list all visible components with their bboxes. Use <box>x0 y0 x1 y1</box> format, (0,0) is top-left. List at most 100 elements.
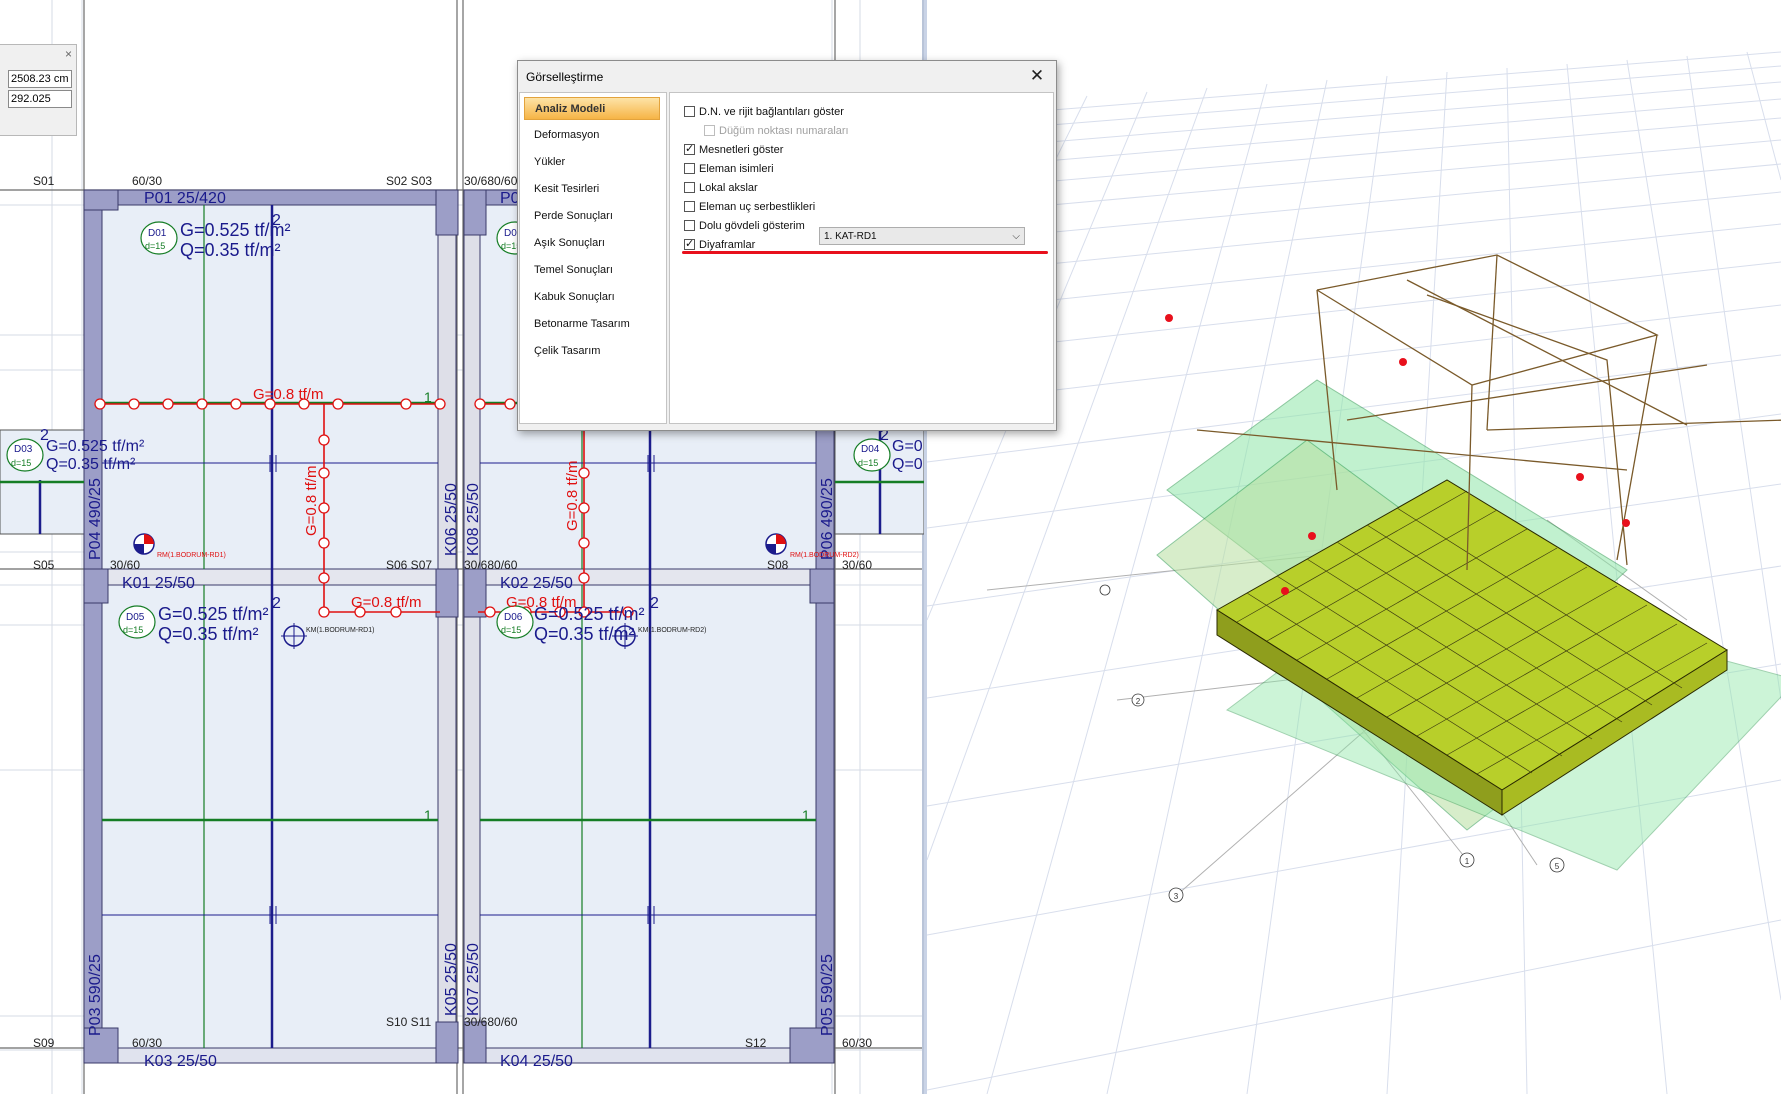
coordinate-x-field[interactable] <box>8 70 72 88</box>
direction-label: 2 <box>650 595 659 612</box>
slab-thickness: d=15 <box>123 625 143 635</box>
beam-label: K08 25/50 <box>465 483 482 556</box>
mass-center-label: KM(1.BODRUM-RD1) <box>306 627 374 634</box>
nav-item-temel-sonuclari[interactable]: Temel Sonuçları <box>524 259 660 282</box>
options-panel: D.N. ve rijit bağlantıları göster Düğüm … <box>669 92 1054 424</box>
diaphragm-select-value: 1. KAT-RD1 <box>824 231 877 242</box>
dialog-title: Görselleştirme <box>526 70 604 84</box>
slab-dead-load: G=0.525 tf/m² <box>46 438 145 455</box>
axis-label: 5 <box>1555 862 1560 871</box>
dialog-nav: Analiz Modeli Deformasyon Yükler Kesit T… <box>519 92 667 424</box>
line-load-label: G=0.8 tf/m <box>253 386 323 403</box>
rigid-marker-label: RM(1.BODRUM-RD2) <box>790 552 859 559</box>
beam-label: K05 25/50 <box>443 943 460 1016</box>
axis-label: 3 <box>1174 892 1179 901</box>
option-label: Mesnetleri göster <box>699 144 784 156</box>
line-load-label: G=0.8 tf/m <box>303 466 320 536</box>
option-label: Düğüm noktası numaraları <box>719 125 849 137</box>
slab-thickness: d=15 <box>11 458 31 468</box>
checkbox[interactable] <box>684 182 695 193</box>
checkbox[interactable] <box>684 220 695 231</box>
slab-thickness: d=15 <box>145 241 165 251</box>
line-load-label: G=0.8 tf/m <box>506 594 576 611</box>
checkbox[interactable] <box>684 236 695 252</box>
slab-dead-load: G=0 <box>892 438 923 455</box>
line-load-label: G=0.8 tf/m <box>351 594 421 611</box>
slab-dead-load: G=0.525 tf/m² <box>158 604 269 624</box>
line-load-label: G=0.8 tf/m <box>564 461 581 531</box>
column-label: S08 <box>767 558 789 572</box>
beam-label: K06 25/50 <box>443 483 460 556</box>
option-label: Eleman uç serbestlikleri <box>699 201 816 213</box>
nav-item-perde-sonuclari[interactable]: Perde Sonuçları <box>524 205 660 228</box>
nav-item-yukler[interactable]: Yükler <box>524 151 660 174</box>
beam-label: K04 25/50 <box>500 1053 573 1070</box>
close-icon[interactable]: ✕ <box>1026 65 1048 87</box>
direction-label: 1 <box>802 807 810 823</box>
beam-label: K01 25/50 <box>122 575 195 592</box>
slab-name: D06 <box>504 612 523 623</box>
rigid-marker-label: RM(1.BODRUM-RD1) <box>157 552 226 559</box>
option-label: D.N. ve rijit bağlantıları göster <box>699 106 844 118</box>
close-icon[interactable]: × <box>65 47 72 61</box>
nav-item-kesit-tesirleri[interactable]: Kesit Tesirleri <box>524 178 660 201</box>
nav-item-deformasyon[interactable]: Deformasyon <box>524 124 660 147</box>
column-size: 60/30 <box>132 1036 162 1050</box>
column-size: 30/680/60 <box>464 1015 518 1029</box>
direction-label: 2 <box>272 212 281 229</box>
slab-live-load: Q=0.35 tf/m² <box>180 240 281 260</box>
nav-item-kabuk-sonuclari[interactable]: Kabuk Sonuçları <box>524 286 660 309</box>
visualization-dialog: Görselleştirme ✕ Analiz Modeli Deformasy… <box>517 60 1057 431</box>
coordinate-panel: × <box>0 44 77 136</box>
slab-name: D0 <box>504 228 517 239</box>
slab-name: D05 <box>126 612 145 623</box>
direction-label: 2 <box>40 427 49 444</box>
beam-label: K02 25/50 <box>500 575 573 592</box>
wall-label: P04 490/25 <box>87 478 104 560</box>
nav-item-analiz-modeli[interactable]: Analiz Modeli <box>524 97 660 120</box>
column-label: S10 S11 <box>386 1015 431 1029</box>
nav-item-celik-tasarim[interactable]: Çelik Tasarım <box>524 340 660 363</box>
slab-live-load: Q=0 <box>892 456 923 473</box>
direction-label: 1 <box>424 389 432 405</box>
wall-label: P03 590/25 <box>87 954 104 1036</box>
slab-name: D03 <box>14 444 33 455</box>
slab-thickness: d=15 <box>858 458 878 468</box>
beam-label: K07 25/50 <box>465 943 482 1016</box>
coordinate-y-field[interactable] <box>8 90 72 108</box>
column-label: S05 <box>33 558 55 572</box>
axis-label: 1 <box>1465 857 1470 866</box>
highlight-underline <box>682 251 1048 254</box>
column-size: 30/60 <box>110 558 140 572</box>
column-label: S01 <box>33 174 55 188</box>
checkbox <box>704 125 715 136</box>
column-label: S09 <box>33 1036 55 1050</box>
checkbox[interactable] <box>684 141 695 157</box>
diaphragm-select[interactable]: 1. KAT-RD1 ⌵ <box>819 227 1025 245</box>
column-size: 60/30 <box>132 174 162 188</box>
direction-label: 1 <box>424 807 432 823</box>
column-size: 60/30 <box>842 1036 872 1050</box>
wall-label: P06 490/25 <box>819 478 836 560</box>
axis-label: 2 <box>1136 697 1141 706</box>
slab-name: D04 <box>861 444 880 455</box>
mass-center-label: KM(1.BODRUM-RD2) <box>638 627 706 634</box>
slab-live-load: Q=0.35 tf/m² <box>158 624 259 644</box>
checkbox[interactable] <box>684 163 695 174</box>
slab-live-load: Q=0.35 tf/m² <box>534 624 635 644</box>
nav-item-asik-sonuclari[interactable]: Aşık Sonuçları <box>524 232 660 255</box>
wall-label: P01 25/420 <box>144 190 226 207</box>
checkbox[interactable] <box>684 201 695 212</box>
column-size: 30/680/60 <box>464 174 518 188</box>
direction-label: 2 <box>272 595 281 612</box>
option-label: Eleman isimleri <box>699 163 774 175</box>
wall-label: P05 590/25 <box>819 954 836 1036</box>
nav-item-betonarme-tasarim[interactable]: Betonarme Tasarım <box>524 313 660 336</box>
column-label: S06 S07 <box>386 558 432 572</box>
slab-name: D01 <box>148 228 167 239</box>
column-size: 30/60 <box>842 558 872 572</box>
column-label: S02 S03 <box>386 174 432 188</box>
beam-label: K03 25/50 <box>144 1053 217 1070</box>
slab-thickness: d=15 <box>501 625 521 635</box>
checkbox[interactable] <box>684 106 695 117</box>
